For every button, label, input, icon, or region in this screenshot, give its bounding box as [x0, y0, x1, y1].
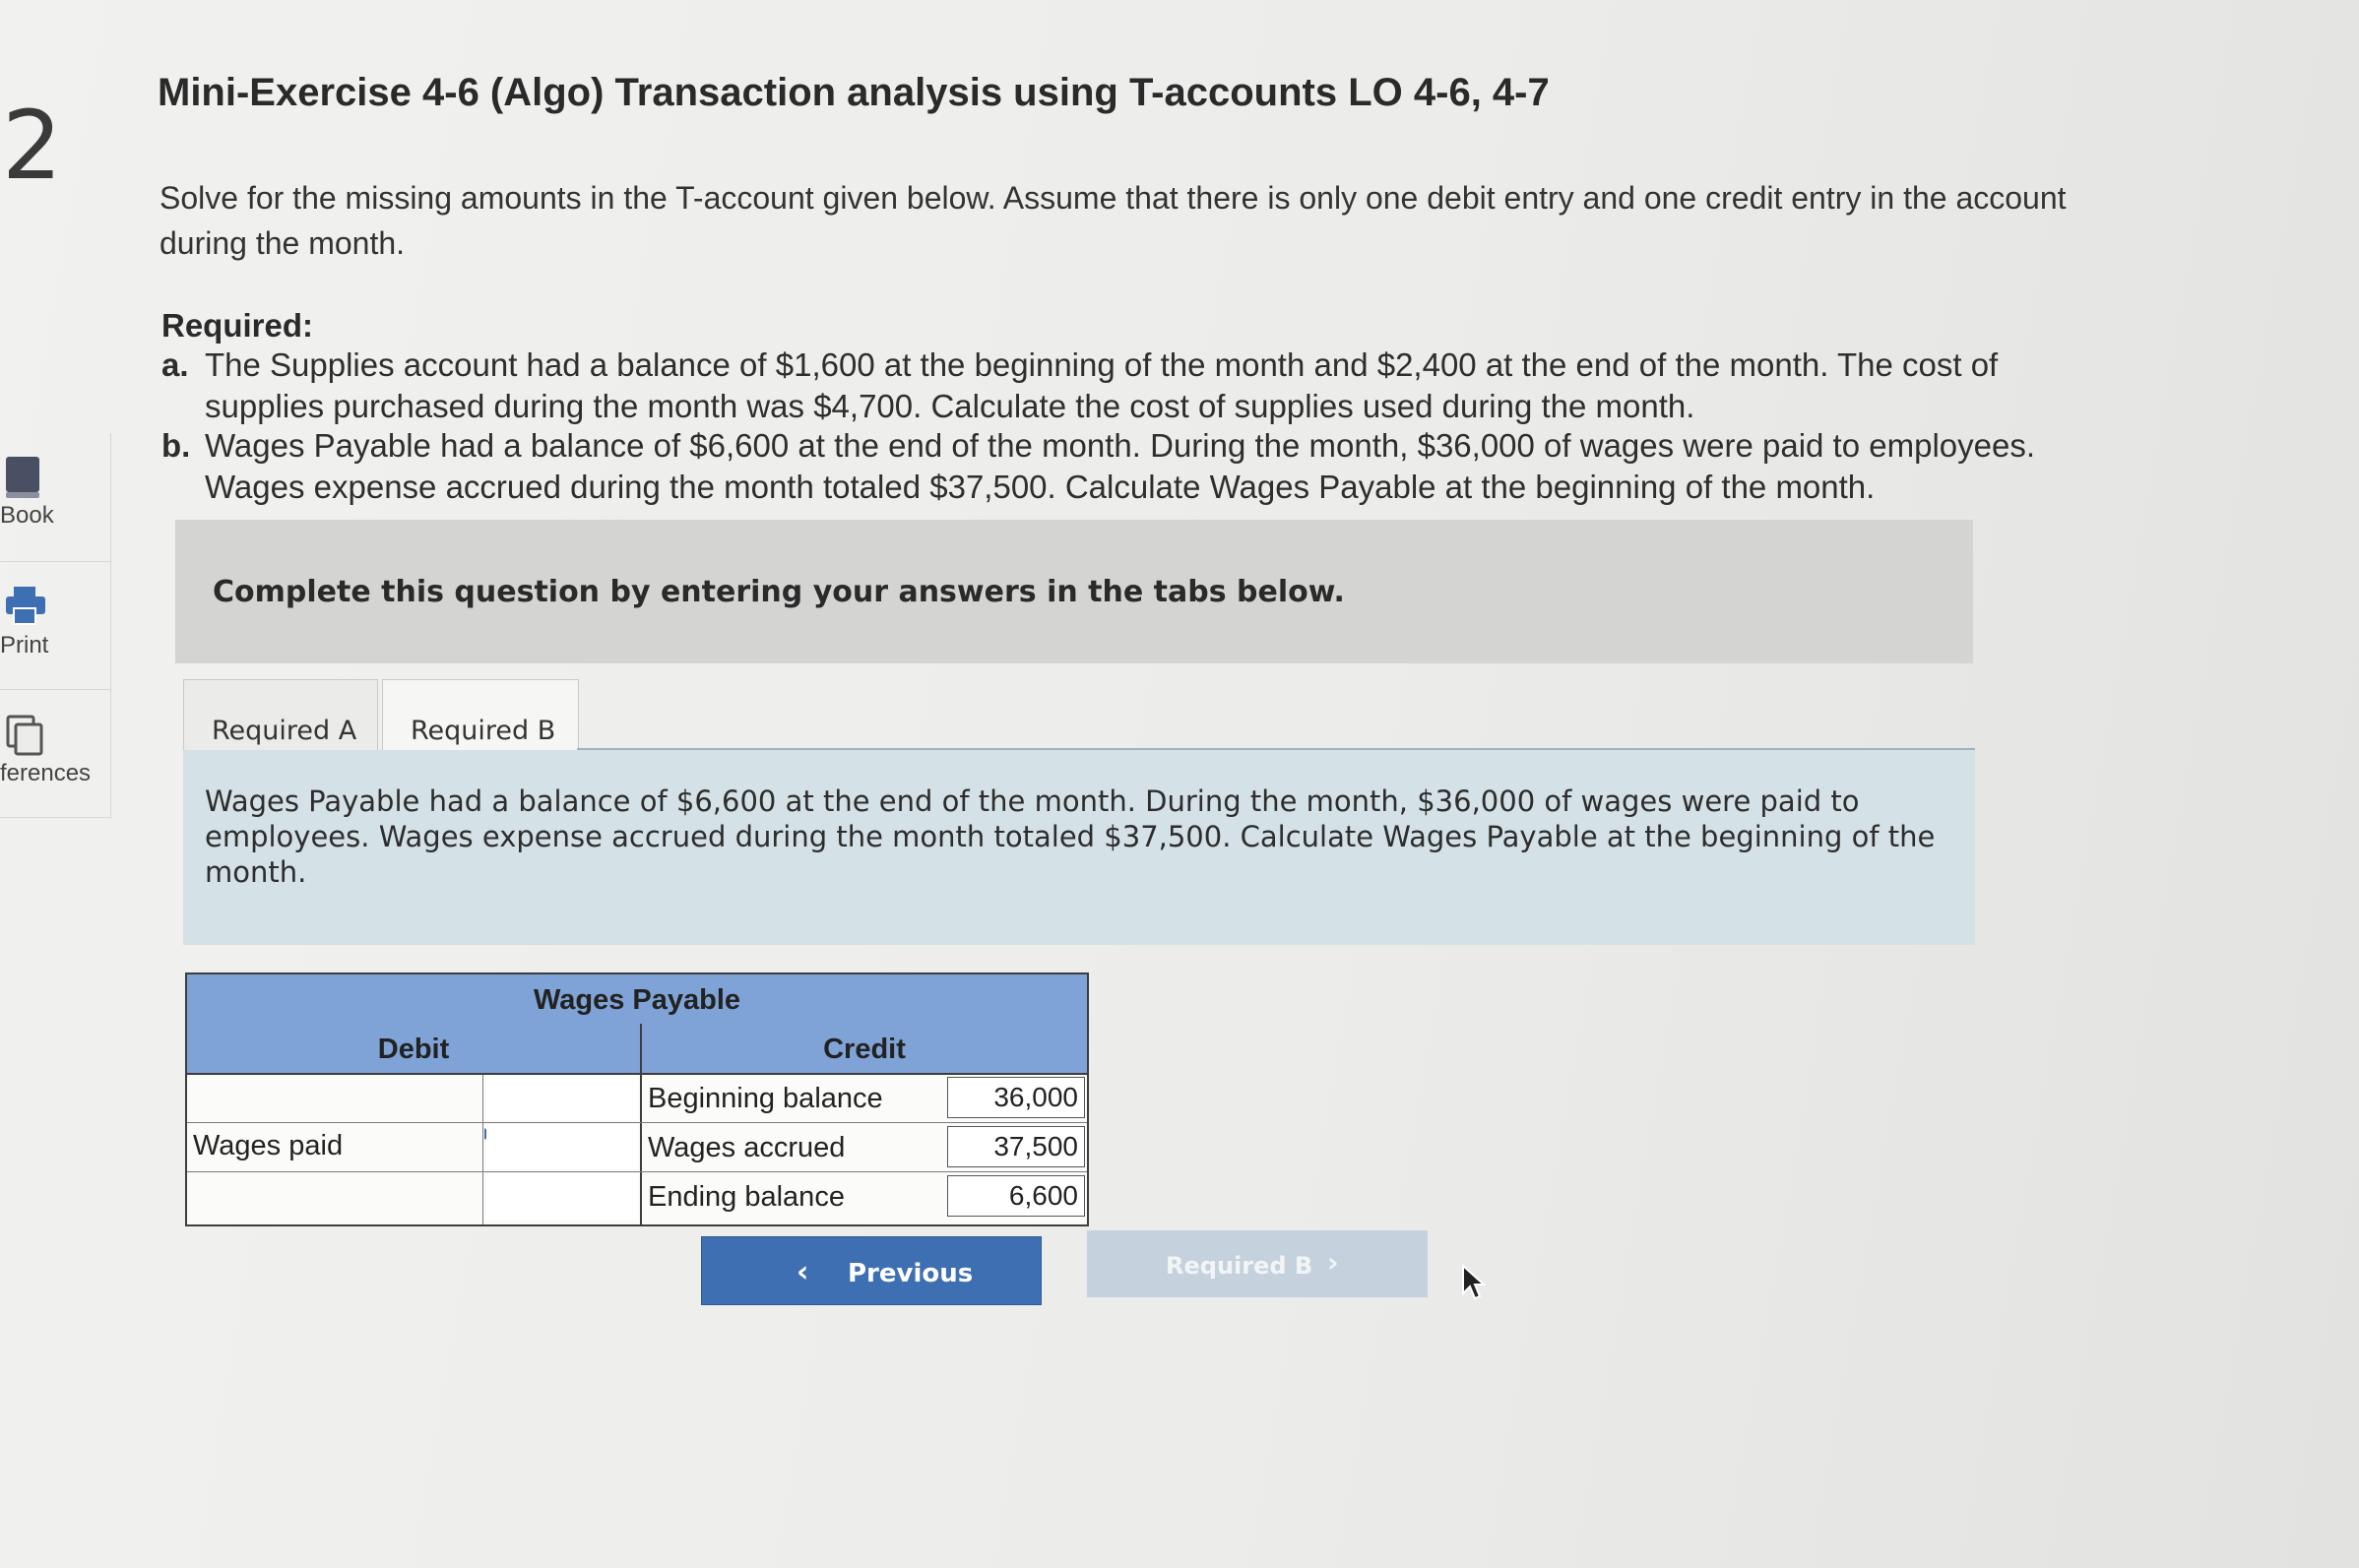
- credit-header: Credit: [823, 1034, 906, 1065]
- next-button[interactable]: Required B ›: [1087, 1230, 1428, 1297]
- row-divider: [187, 1122, 1087, 1123]
- sidebar-divider: [0, 561, 110, 562]
- references-icon: [4, 713, 43, 756]
- required-item-a: a. The Supplies account had a balance of…: [161, 345, 2111, 427]
- sidebar-divider: [0, 817, 110, 818]
- chevron-right-icon: ›: [1327, 1246, 1339, 1279]
- instructions-text: Solve for the missing amounts in the T-a…: [159, 180, 2067, 261]
- credit-amount-input[interactable]: 36,000: [947, 1077, 1085, 1118]
- debit-label-input[interactable]: [191, 1083, 478, 1118]
- required-item-letter: b.: [161, 427, 191, 464]
- credit-label: Beginning balance: [648, 1083, 883, 1114]
- book-label: Book: [0, 502, 54, 529]
- required-item-b: b. Wages Payable had a balance of $6,600…: [161, 425, 2111, 508]
- debit-amount-input[interactable]: [486, 1124, 638, 1169]
- chevron-left-icon: ‹: [797, 1255, 809, 1289]
- debit-header-cell: Debit: [187, 1024, 640, 1075]
- credit-amount-input[interactable]: 37,500: [947, 1126, 1085, 1167]
- tab-label: Required B: [411, 716, 556, 746]
- banner-text: Complete this question by entering your …: [213, 575, 1345, 609]
- credit-header-cell: Credit: [642, 1024, 1087, 1075]
- debit-amount-input[interactable]: [486, 1173, 638, 1221]
- panel-question-text: Wages Payable had a balance of $6,600 at…: [205, 784, 1936, 889]
- t-account-title-row: Wages Payable: [187, 974, 1087, 1025]
- debit-label-input[interactable]: [191, 1179, 478, 1215]
- required-item-text: Wages Payable had a balance of $6,600 at…: [205, 427, 2036, 505]
- credit-label: Ending balance: [648, 1181, 845, 1213]
- printer-icon: [4, 585, 45, 628]
- previous-button[interactable]: ‹ Previous: [701, 1236, 1042, 1305]
- debit-header: Debit: [377, 1034, 450, 1065]
- t-account-center-line: [640, 1024, 642, 1224]
- previous-label: Previous: [848, 1259, 974, 1288]
- sidebar-divider: [0, 689, 110, 690]
- credit-label: Wages accrued: [648, 1132, 846, 1163]
- required-heading: Required:: [161, 307, 314, 344]
- question-panel: Wages Payable had a balance of $6,600 at…: [183, 750, 1975, 945]
- row-divider: [187, 1171, 1087, 1172]
- print-tool[interactable]: Print: [0, 585, 108, 659]
- book-tool[interactable]: Book: [0, 455, 108, 530]
- t-account-table: Wages Payable Debit Credit Wages paid Be…: [185, 972, 1089, 1226]
- references-label: ferences: [0, 760, 92, 786]
- next-label: Required B: [1166, 1252, 1313, 1280]
- debit-amount-input[interactable]: [486, 1077, 638, 1120]
- debit-label-input[interactable]: Wages paid: [193, 1130, 343, 1162]
- required-item-letter: a.: [161, 346, 189, 383]
- book-icon: [4, 455, 43, 498]
- credit-amount-input[interactable]: 6,600: [947, 1175, 1085, 1217]
- tab-label: Required A: [212, 716, 357, 746]
- exercise-title: Mini-Exercise 4-6 (Algo) Transaction ana…: [158, 71, 1550, 114]
- question-number: 2: [2, 91, 63, 201]
- t-account-title: Wages Payable: [533, 984, 741, 1016]
- instruction-banner: Complete this question by entering your …: [175, 520, 1973, 663]
- mouse-cursor-icon: [1461, 1263, 1487, 1306]
- print-label: Print: [0, 632, 49, 659]
- required-item-text: The Supplies account had a balance of $1…: [205, 346, 1999, 424]
- references-tool[interactable]: ferences: [0, 713, 108, 787]
- debit-column-divider: [482, 1075, 483, 1224]
